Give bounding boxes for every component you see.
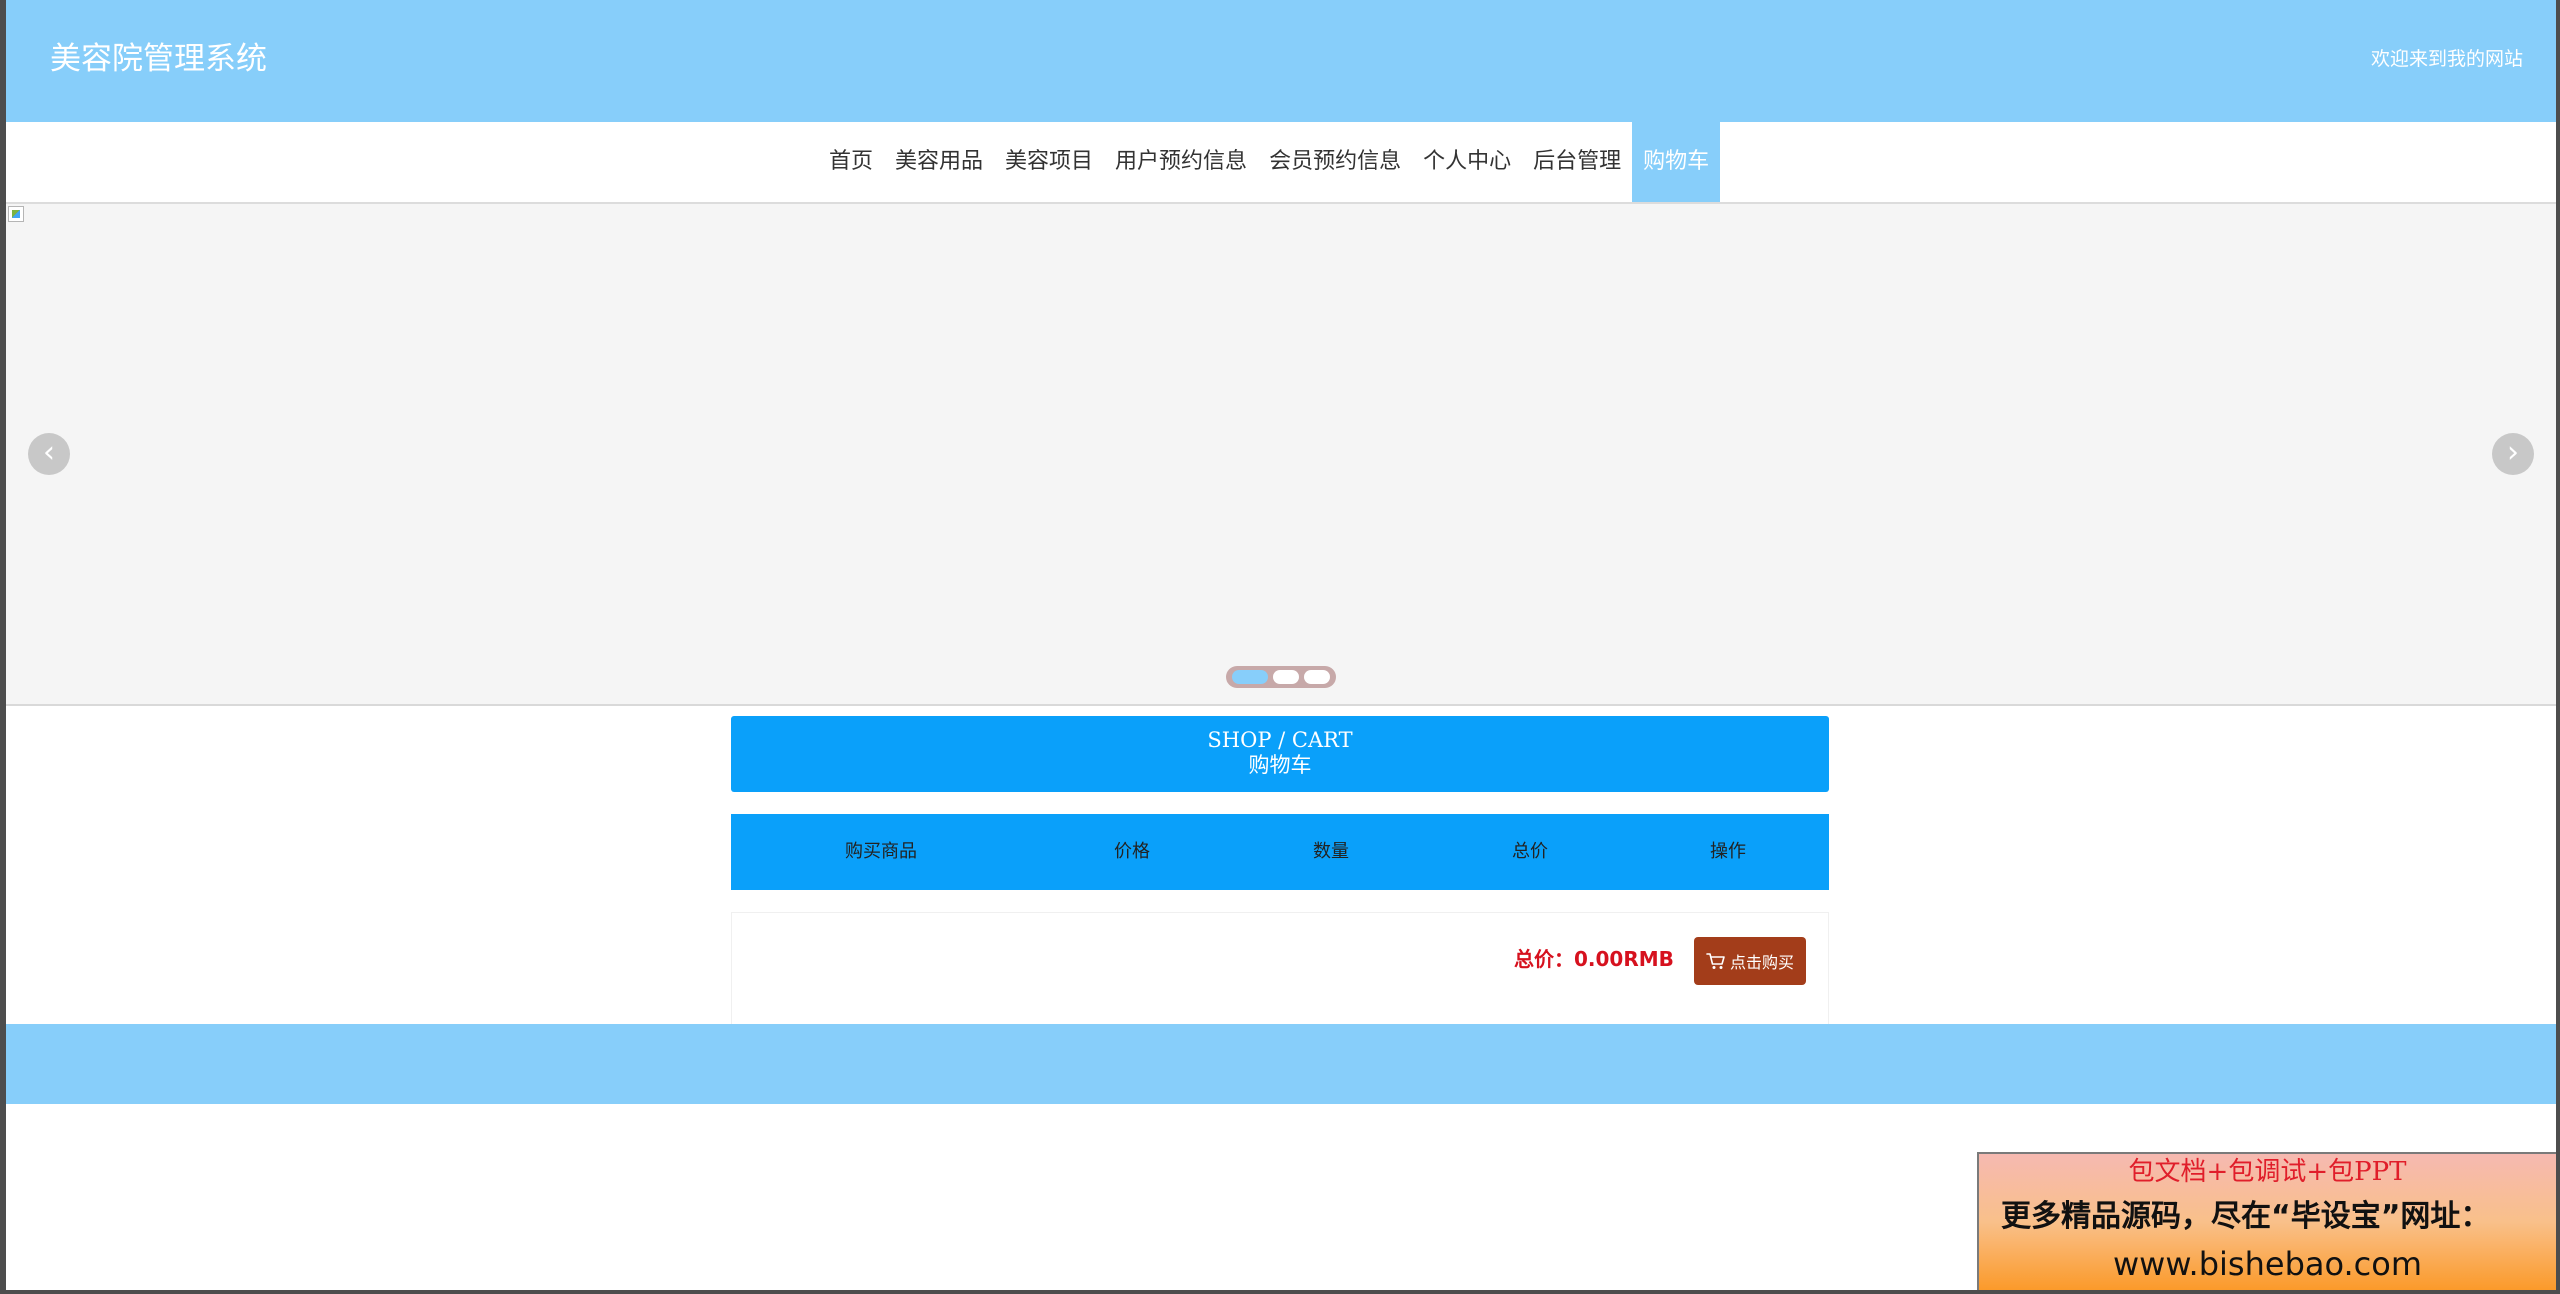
cart-summary: 总价：0.00RMB 点击购买	[731, 912, 1829, 1026]
cart-table-header: 购买商品 价格 数量 总价 操作	[731, 814, 1829, 890]
broken-image-icon	[8, 206, 24, 222]
promo-line-2: 更多精品源码，尽在“毕设宝”网址：	[2001, 1199, 2491, 1234]
cart-total-price: 总价：0.00RMB	[1514, 947, 1674, 971]
welcome-text: 欢迎来到我的网站	[2370, 48, 2523, 70]
nav-item-beauty-services[interactable]: 美容项目	[994, 122, 1104, 202]
site-footer	[6, 1024, 2556, 1104]
banner-carousel: ‹ ›	[6, 204, 2556, 706]
carousel-next-button[interactable]: ›	[2492, 433, 2534, 475]
nav-item-user-appointments[interactable]: 用户预约信息	[1104, 122, 1258, 202]
nav-item-home[interactable]: 首页	[818, 122, 884, 202]
column-header-product: 购买商品	[845, 841, 917, 862]
column-header-quantity: 数量	[1313, 841, 1349, 862]
cart-title-cn: 购物车	[1248, 753, 1312, 777]
carousel-dot-1[interactable]	[1232, 670, 1268, 684]
browser-viewport: 美容院管理系统 欢迎来到我的网站 首页 美容用品 美容项目 用户预约信息 会员预…	[6, 0, 2556, 1290]
buy-button[interactable]: 点击购买	[1694, 937, 1806, 985]
main-nav: 首页 美容用品 美容项目 用户预约信息 会员预约信息 个人中心 后台管理 购物车	[6, 122, 2556, 204]
carousel-dot-3[interactable]	[1304, 670, 1330, 684]
column-header-total: 总价	[1512, 841, 1548, 862]
nav-item-admin[interactable]: 后台管理	[1522, 122, 1632, 202]
site-header: 美容院管理系统 欢迎来到我的网站	[6, 0, 2556, 122]
nav-item-cart[interactable]: 购物车	[1632, 122, 1721, 202]
nav-item-personal-center[interactable]: 个人中心	[1412, 122, 1522, 202]
nav-item-member-appointments[interactable]: 会员预约信息	[1258, 122, 1412, 202]
promo-url: www.bishebao.com	[2112, 1245, 2423, 1283]
carousel-indicators	[1226, 666, 1336, 688]
carousel-dot-2[interactable]	[1273, 670, 1299, 684]
site-title: 美容院管理系统	[50, 41, 267, 77]
cart-section-title: SHOP / CART 购物车	[731, 716, 1829, 792]
cart-icon	[1706, 951, 1726, 971]
nav-item-beauty-products[interactable]: 美容用品	[884, 122, 994, 202]
column-header-price: 价格	[1114, 841, 1150, 862]
column-header-action: 操作	[1710, 841, 1746, 862]
buy-button-label: 点击购买	[1729, 953, 1794, 972]
nav-menu: 首页 美容用品 美容项目 用户预约信息 会员预约信息 个人中心 后台管理 购物车	[818, 122, 1721, 202]
cart-title-en: SHOP / CART	[1207, 728, 1353, 752]
carousel-prev-button[interactable]: ‹	[28, 433, 70, 475]
promo-watermark: 包文档+包调试+包PPT 更多精品源码，尽在“毕设宝”网址： www.bishe…	[1977, 1152, 2556, 1290]
promo-line-1: 包文档+包调试+包PPT	[2128, 1157, 2407, 1187]
